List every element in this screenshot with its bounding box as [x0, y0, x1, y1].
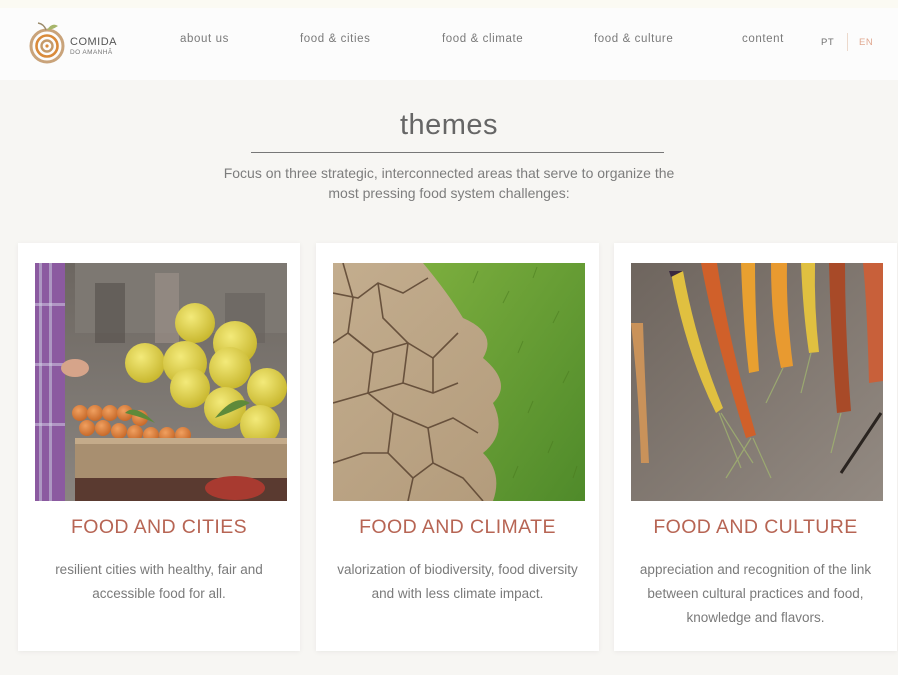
fruit-crate-market-photo[interactable] — [35, 263, 287, 501]
card-title-food-culture[interactable]: FOOD AND CULTURE — [614, 516, 897, 539]
title-divider — [251, 152, 664, 153]
nav-about-us[interactable]: about us — [180, 33, 229, 45]
brand-subname: DO AMANHÃ — [70, 49, 113, 56]
intro-text: Focus on three strategic, interconnected… — [200, 163, 698, 203]
brand-name: COMIDA — [70, 36, 117, 48]
language-pt[interactable]: PT — [821, 37, 834, 48]
card-line: accessible food for all. — [92, 586, 226, 601]
card-line: between cultural practices and food, — [647, 586, 864, 601]
colorful-carrots-photo[interactable] — [631, 263, 883, 501]
card-line: knowledge and flavors. — [686, 610, 825, 625]
card-title-food-climate[interactable]: FOOD AND CLIMATE — [316, 516, 599, 539]
card-title-food-cities[interactable]: FOOD AND CITIES — [18, 516, 300, 539]
card-food-culture[interactable]: FOOD AND CULTURE appreciation and recogn… — [614, 243, 897, 651]
card-description-food-culture: appreciation and recognition of the link… — [628, 558, 883, 630]
nav-food-culture[interactable]: food & culture — [594, 33, 673, 45]
language-en[interactable]: EN — [859, 37, 873, 48]
card-line: valorization of biodiversity, food diver… — [337, 562, 578, 577]
card-description-food-cities: resilient cities with healthy, fair and … — [32, 558, 286, 606]
nav-food-climate[interactable]: food & climate — [442, 33, 523, 45]
site-header: COMIDA DO AMANHÃ about us food & cities … — [0, 8, 898, 80]
card-line: appreciation and recognition of the link — [639, 562, 872, 577]
card-food-climate[interactable]: FOOD AND CLIMATE valorization of biodive… — [316, 243, 599, 651]
language-divider — [847, 33, 848, 51]
card-food-cities[interactable]: FOOD AND CITIES resilient cities with he… — [18, 243, 300, 651]
logo-link[interactable]: COMIDA DO AMANHÃ — [28, 20, 138, 64]
nav-food-cities[interactable]: food & cities — [300, 33, 370, 45]
spiral-fruit-icon — [29, 22, 65, 64]
intro-line-2: most pressing food system challenges: — [328, 185, 570, 201]
nav-content[interactable]: content — [742, 33, 784, 45]
card-line: and with less climate impact. — [371, 586, 544, 601]
top-strip — [0, 0, 898, 8]
card-line: resilient cities with healthy, fair and — [55, 562, 263, 577]
page-title: themes — [399, 109, 499, 141]
intro-line-1: Focus on three strategic, interconnected… — [223, 165, 675, 181]
card-description-food-climate: valorization of biodiversity, food diver… — [330, 558, 585, 606]
cracked-earth-and-grass-photo[interactable] — [333, 263, 585, 501]
